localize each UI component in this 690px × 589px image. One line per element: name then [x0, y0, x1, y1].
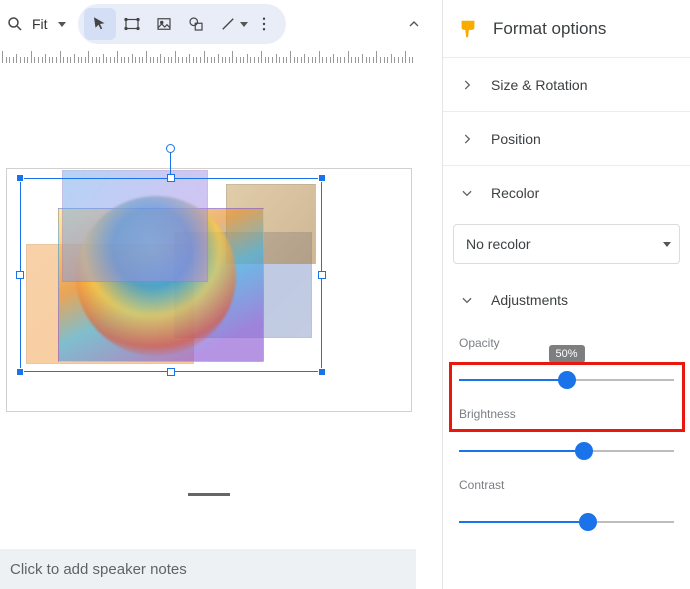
- section-size-rotation[interactable]: Size & Rotation: [443, 58, 690, 112]
- opacity-slider[interactable]: 50%: [459, 371, 674, 389]
- resize-handle-se[interactable]: [318, 368, 326, 376]
- slider-thumb[interactable]: [558, 371, 576, 389]
- brightness-label: Brightness: [459, 407, 674, 421]
- resize-handle-sw[interactable]: [16, 368, 24, 376]
- format-options-panel: Format options Size & Rotation Position …: [442, 0, 690, 589]
- select-tool[interactable]: [84, 8, 116, 40]
- image-tool[interactable]: [148, 8, 180, 40]
- slider-thumb[interactable]: [579, 513, 597, 531]
- slider-tooltip: 50%: [548, 345, 584, 363]
- contrast-label: Contrast: [459, 478, 674, 492]
- slider-fill: [459, 450, 584, 452]
- slide-drag-indicator[interactable]: [188, 493, 230, 496]
- line-submenu-caret[interactable]: [240, 22, 248, 27]
- recolor-value: No recolor: [466, 236, 531, 252]
- resize-handle-ne[interactable]: [318, 174, 326, 182]
- ruler: [2, 48, 416, 64]
- section-position[interactable]: Position: [443, 112, 690, 166]
- more-tools[interactable]: [248, 8, 280, 40]
- speaker-notes-placeholder: Click to add speaker notes: [10, 561, 187, 578]
- section-label: Recolor: [491, 185, 539, 201]
- tool-group: [78, 4, 286, 44]
- resize-handle-s[interactable]: [167, 368, 175, 376]
- contrast-slider[interactable]: [459, 513, 674, 531]
- slider-thumb[interactable]: [575, 442, 593, 460]
- chevron-right-icon: [459, 131, 475, 147]
- textbox-tool[interactable]: [116, 8, 148, 40]
- shape-tool[interactable]: [180, 8, 212, 40]
- rotate-handle[interactable]: [166, 144, 175, 153]
- contrast-group: Contrast: [459, 478, 674, 531]
- zoom-controls: Fit: [6, 12, 72, 36]
- section-recolor[interactable]: Recolor: [443, 166, 690, 220]
- chevron-down-icon: [459, 185, 475, 201]
- recolor-dropdown[interactable]: No recolor: [453, 224, 680, 264]
- caret-down-icon: [663, 242, 671, 247]
- resize-handle-n[interactable]: [167, 174, 175, 182]
- brightness-slider[interactable]: [459, 442, 674, 460]
- selection-box[interactable]: [20, 178, 322, 372]
- chevron-right-icon: [459, 77, 475, 93]
- slider-fill: [459, 521, 588, 523]
- brightness-group: Brightness: [459, 407, 674, 460]
- caret-down-icon: [58, 22, 66, 27]
- zoom-value: Fit: [32, 16, 48, 32]
- zoom-icon[interactable]: [6, 15, 24, 33]
- section-adjustments[interactable]: Adjustments: [443, 278, 690, 322]
- chevron-down-icon: [459, 292, 475, 308]
- section-label: Size & Rotation: [491, 77, 588, 93]
- speaker-notes[interactable]: Click to add speaker notes: [0, 549, 416, 589]
- opacity-group: Opacity 50%: [459, 336, 674, 389]
- panel-header: Format options: [443, 0, 690, 58]
- section-label: Position: [491, 131, 541, 147]
- format-brush-icon: [457, 18, 479, 40]
- resize-handle-e[interactable]: [318, 271, 326, 279]
- zoom-select[interactable]: Fit: [26, 12, 72, 36]
- adjustments-body: Opacity 50% Brightness Contrast: [443, 322, 690, 531]
- resize-handle-nw[interactable]: [16, 174, 24, 182]
- section-label: Adjustments: [491, 292, 568, 308]
- resize-handle-w[interactable]: [16, 271, 24, 279]
- collapse-toolbar[interactable]: [398, 8, 430, 40]
- panel-title: Format options: [493, 19, 606, 39]
- slide-canvas[interactable]: [2, 70, 416, 520]
- slider-fill: [459, 379, 567, 381]
